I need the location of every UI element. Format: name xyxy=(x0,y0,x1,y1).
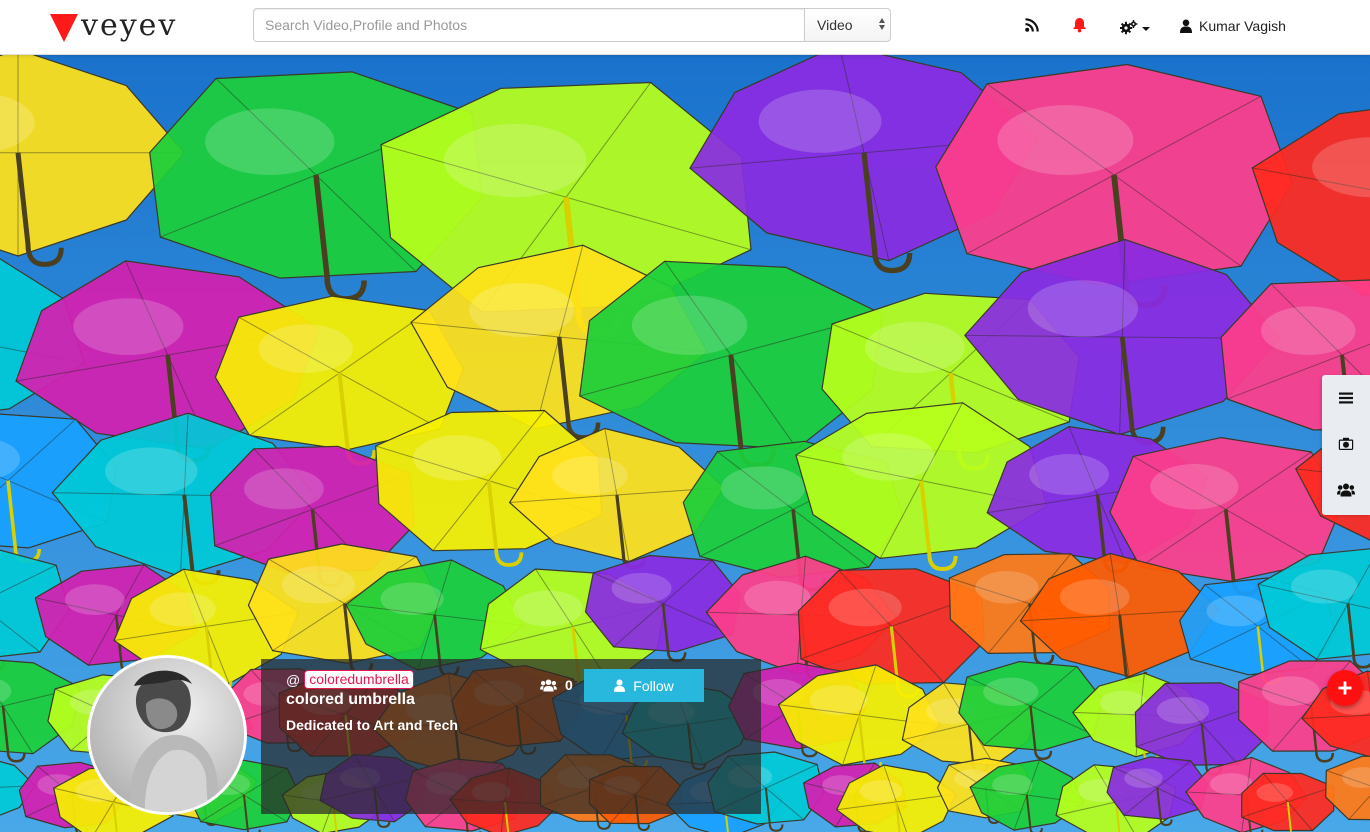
search-bar: Video xyxy=(253,8,891,42)
menu-icon[interactable] xyxy=(1322,375,1370,421)
group-icon xyxy=(540,678,557,692)
brand-name: veyev xyxy=(81,8,178,43)
avatar-photo xyxy=(90,658,244,812)
brand-logo[interactable]: veyev xyxy=(50,9,177,45)
rss-icon[interactable] xyxy=(1025,18,1039,32)
user-name: Kumar Vagish xyxy=(1199,18,1286,34)
profile-description: Dedicated to Art and Tech xyxy=(286,717,458,733)
plus-icon xyxy=(1338,681,1352,695)
profile-handle: @ coloredumbrella xyxy=(286,670,414,689)
followers-count[interactable]: 0 xyxy=(540,677,573,693)
profile-name: colored umbrella xyxy=(286,691,415,708)
group-icon[interactable] xyxy=(1322,467,1370,513)
search-input[interactable] xyxy=(253,8,804,42)
user-icon xyxy=(614,679,626,692)
search-type-select[interactable]: Video xyxy=(804,8,891,42)
add-button[interactable] xyxy=(1327,670,1363,706)
handle-link[interactable]: coloredumbrella xyxy=(304,670,414,689)
photo-camera-icon[interactable] xyxy=(1322,421,1370,467)
search-type-value: Video xyxy=(817,17,853,33)
select-arrows-icon xyxy=(879,18,885,30)
top-navbar: veyev Video xyxy=(0,0,1370,55)
bell-icon[interactable] xyxy=(1072,17,1087,33)
followers-number: 0 xyxy=(565,677,573,693)
profile-avatar[interactable] xyxy=(87,655,247,815)
profile-info-panel: @ coloredumbrella colored umbrella Dedic… xyxy=(261,659,761,814)
follow-button[interactable]: Follow xyxy=(584,669,704,702)
gears-icon[interactable] xyxy=(1120,19,1152,35)
user-icon xyxy=(1180,19,1192,33)
side-toolbar xyxy=(1322,375,1370,515)
handle-prefix: @ xyxy=(286,671,301,688)
follow-label: Follow xyxy=(633,677,674,694)
umbrella xyxy=(1241,772,1335,832)
logo-triangle-icon xyxy=(50,14,78,42)
user-menu[interactable]: Kumar Vagish xyxy=(1180,18,1286,34)
